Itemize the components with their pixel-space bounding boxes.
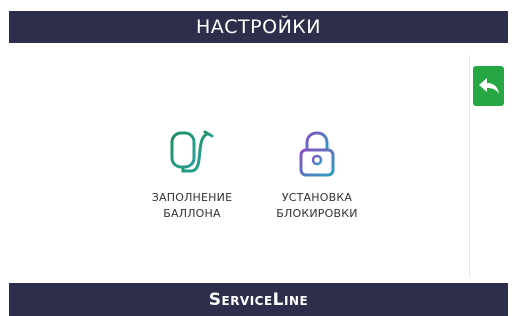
brand-logo-text: ServiceLine [208,289,309,310]
lock-setup-tile[interactable]: УСТАНОВКА БЛОКИРОВКИ [262,130,372,222]
back-button[interactable] [473,66,504,106]
back-arrow-icon [478,78,499,94]
cylinder-fill-icon [169,130,215,178]
page-title: НАСТРОЙКИ [196,16,321,38]
lock-setup-label: УСТАНОВКА БЛОКИРОВКИ [276,191,358,220]
fill-cylinder-label: ЗАПОЛНЕНИЕ БАЛЛОНА [151,191,233,220]
fill-cylinder-tile[interactable]: ЗАПОЛНЕНИЕ БАЛЛОНА [137,130,247,222]
page-title-bar: НАСТРОЙКИ [9,11,508,43]
sidebar-divider [469,55,470,278]
padlock-icon [297,130,337,178]
brand-footer: ServiceLine [9,283,508,316]
